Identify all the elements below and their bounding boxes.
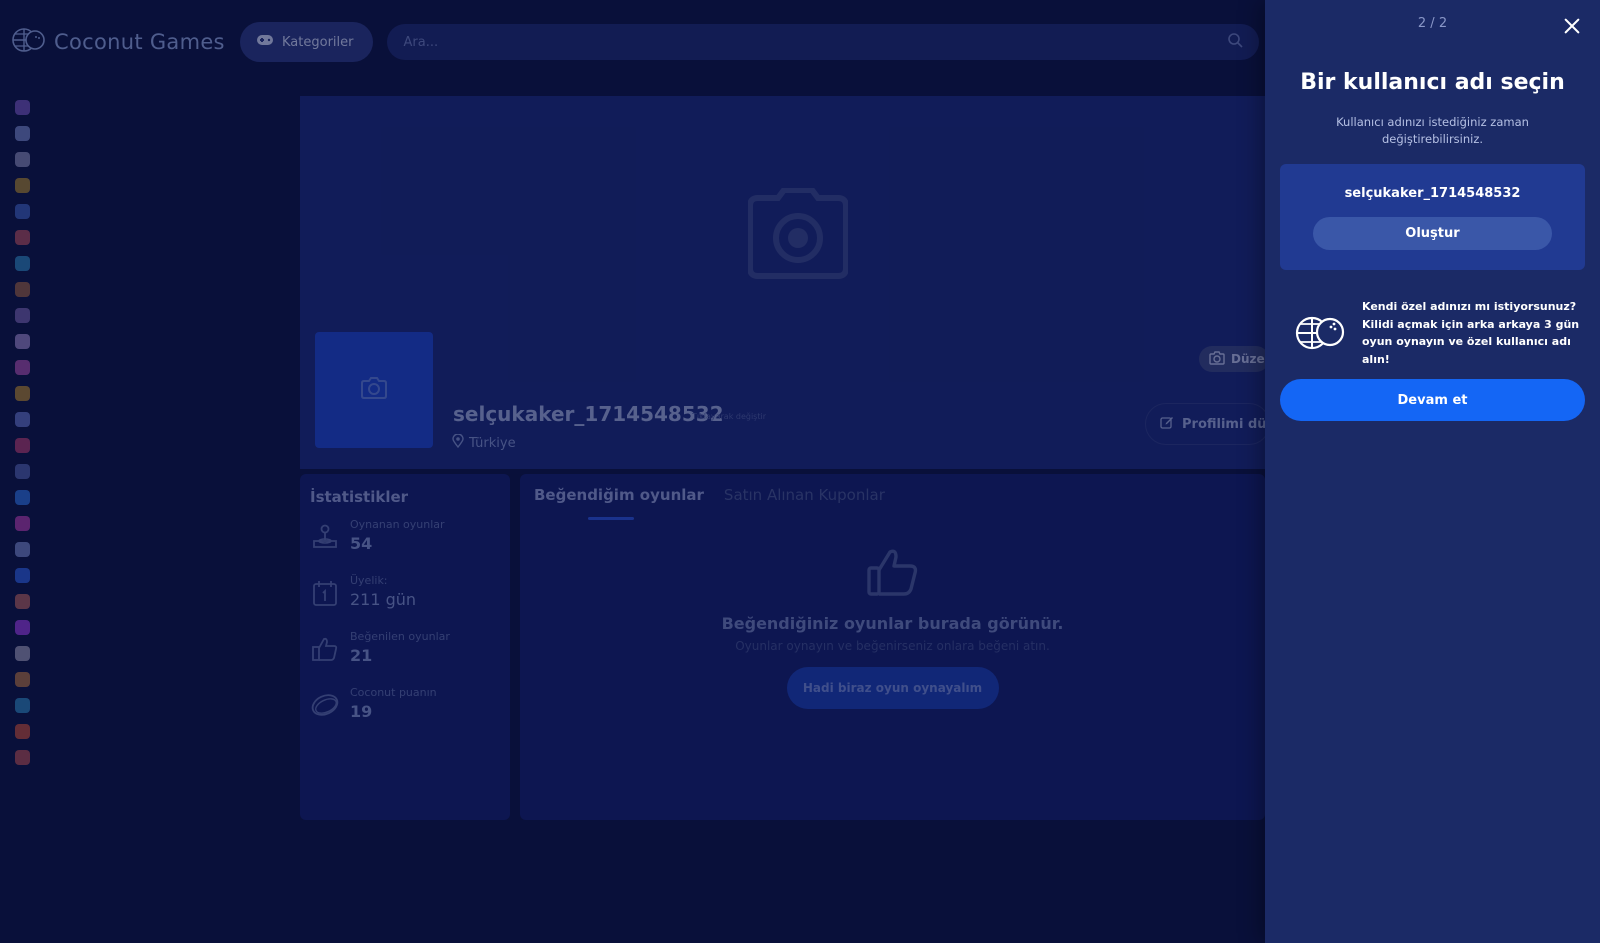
coconut-logo-icon bbox=[1280, 314, 1362, 352]
suggested-name-card: selçukaker_1714548532 Oluştur bbox=[1280, 164, 1585, 270]
step-indicator: 2 / 2 bbox=[1417, 16, 1448, 31]
suggested-username: selçukaker_1714548532 bbox=[1344, 186, 1521, 201]
dim-overlay[interactable] bbox=[0, 0, 1265, 943]
continue-button[interactable]: Devam et bbox=[1280, 379, 1585, 421]
promo-text: Kendi özel adınızı mı istiyorsunuz? Kili… bbox=[1362, 300, 1580, 366]
custom-name-promo: Kendi özel adınızı mı istiyorsunuz? Kili… bbox=[1280, 298, 1585, 368]
create-button[interactable]: Oluştur bbox=[1313, 217, 1552, 250]
username-drawer: 2 / 2 Bir kullanıcı adı seçin Kullanıcı … bbox=[1265, 0, 1600, 943]
close-icon[interactable] bbox=[1562, 16, 1582, 36]
drawer-subtitle: Kullanıcı adınızı istediğiniz zaman deği… bbox=[1336, 115, 1529, 146]
drawer-title: Bir kullanıcı adı seçin bbox=[1300, 70, 1565, 95]
